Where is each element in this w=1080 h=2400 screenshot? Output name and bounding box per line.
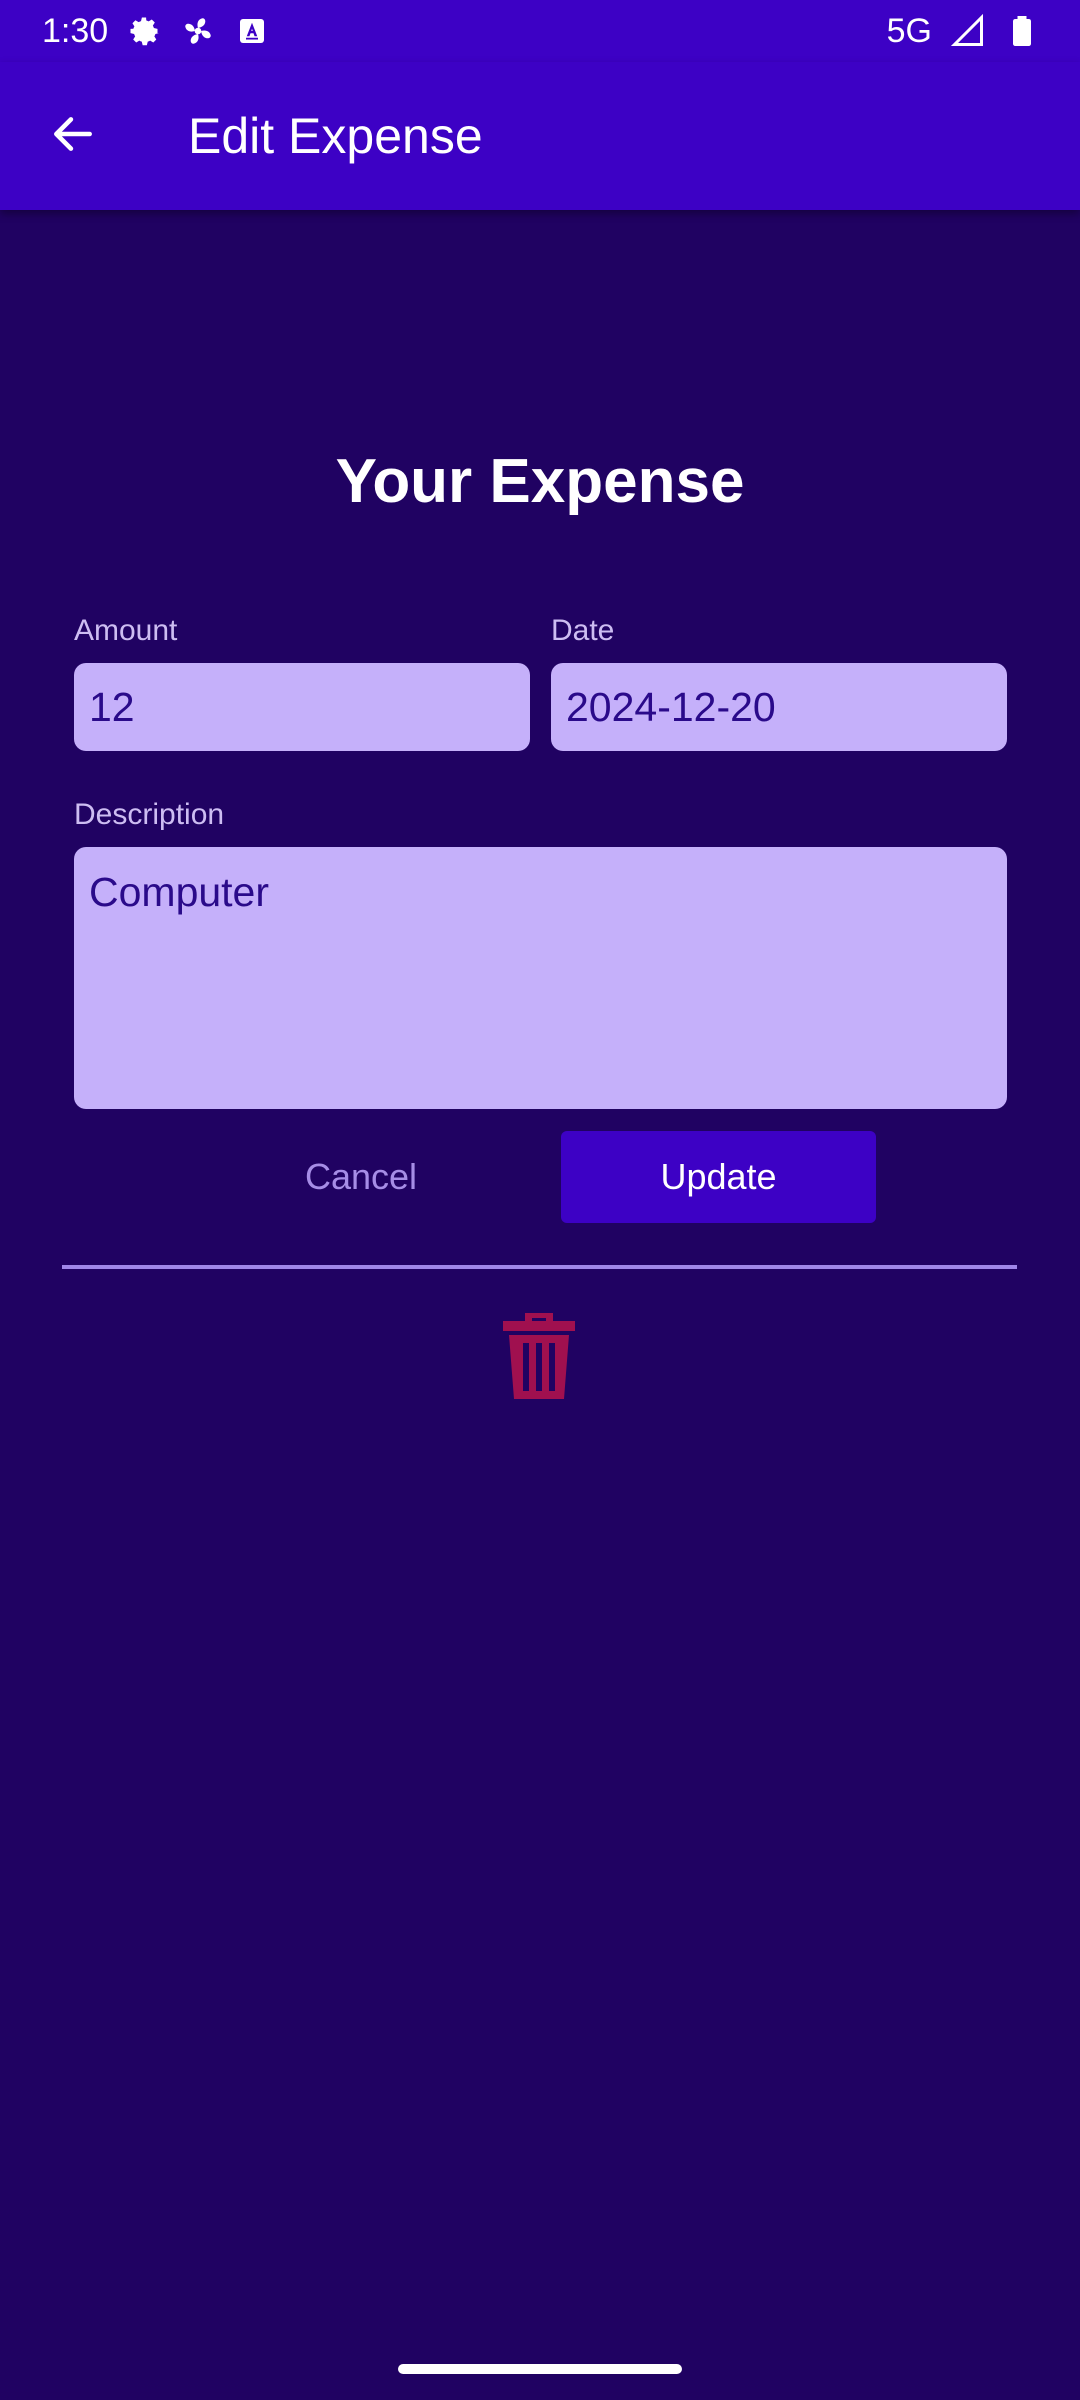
amount-value: 12 <box>89 683 135 730</box>
update-button[interactable]: Update <box>561 1131 876 1223</box>
signal-icon <box>950 13 986 49</box>
delete-button[interactable] <box>496 1310 582 1406</box>
app-bar: Edit Expense <box>0 62 1080 210</box>
form-heading: Your Expense <box>335 447 745 516</box>
battery-icon <box>1004 13 1040 49</box>
cancel-button[interactable]: Cancel <box>270 1131 452 1223</box>
text-icon <box>234 13 270 49</box>
network-label: 5G <box>886 11 932 50</box>
date-field[interactable]: 2024-12-20 <box>551 663 1007 751</box>
back-button[interactable] <box>40 103 106 169</box>
status-time: 1:30 <box>42 11 109 50</box>
arrow-back-icon <box>48 109 98 164</box>
status-bar-left: 1:30 <box>42 12 270 51</box>
page-title: Edit Expense <box>188 108 483 164</box>
date-value: 2024-12-20 <box>566 683 776 730</box>
trash-icon <box>503 1312 575 1404</box>
description-field[interactable]: Computer <box>74 847 1007 1109</box>
amount-field[interactable]: 12 <box>74 663 530 751</box>
description-label: Description <box>74 798 225 831</box>
amount-label: Amount <box>74 614 178 647</box>
description-value: Computer <box>89 869 270 915</box>
fan-icon <box>180 13 216 49</box>
divider <box>62 1265 1017 1269</box>
settings-icon <box>126 13 162 49</box>
date-label: Date <box>551 614 615 647</box>
status-bar: 1:30 5G <box>0 0 1080 62</box>
home-indicator[interactable] <box>398 2364 682 2374</box>
status-bar-right: 5G <box>887 12 1040 51</box>
